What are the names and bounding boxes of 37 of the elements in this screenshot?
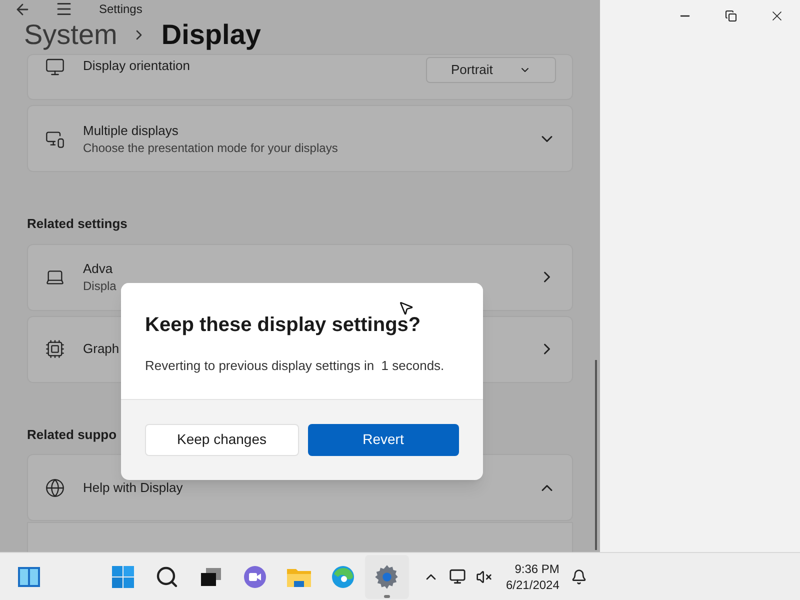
card-icon [45,57,65,77]
card-title: Display orientation [83,57,190,75]
notification-bell-icon[interactable] [571,568,588,584]
clock-time[interactable]: 9:36 PM [514,560,560,576]
clock-date[interactable]: 6/21/2024 [506,576,560,592]
card-subtitle: Choose the presentation mode for your displays [83,140,338,156]
settings-card[interactable]: Multiple displays Choose the presentation mode for your displays [27,105,573,172]
section-heading: Related settings [27,215,128,233]
gear-icon[interactable] [374,564,400,590]
card-icon [45,478,65,498]
running-indicator [384,594,390,598]
card-title: Graph [83,340,120,358]
card-title: Multiple displays [83,122,178,140]
volume-muted-icon[interactable] [476,568,492,584]
dialog-title: Keep these display settings? [145,313,422,338]
menu-icon[interactable] [55,0,73,18]
widgets-icon[interactable] [16,564,40,588]
network-icon[interactable] [449,568,466,585]
scrollbar-thumb[interactable] [595,360,597,550]
keep-changes-button[interactable]: Keep changes [145,424,298,456]
card-icon [45,339,65,359]
start-icon[interactable] [111,564,135,588]
search-icon[interactable] [155,564,179,588]
orientation-dropdown[interactable]: Portrait [426,57,556,83]
settings-card[interactable]: Display orientation Portrait [27,54,573,100]
page-title: Display [161,18,261,52]
card-title: Help with Display [83,478,183,496]
browser-icon[interactable] [331,564,355,588]
restore-icon [725,10,737,22]
dialog-message: Reverting to previous display settings in 1 seconds. [145,357,446,375]
card-title: Adva [83,260,113,278]
card-subtitle: Displa [83,278,116,294]
section-heading: Related suppo [27,426,117,444]
revert-button[interactable]: Revert [308,424,459,456]
pointer-icon [398,300,414,316]
task-view-icon[interactable] [200,566,222,586]
chat-icon[interactable] [243,564,267,588]
